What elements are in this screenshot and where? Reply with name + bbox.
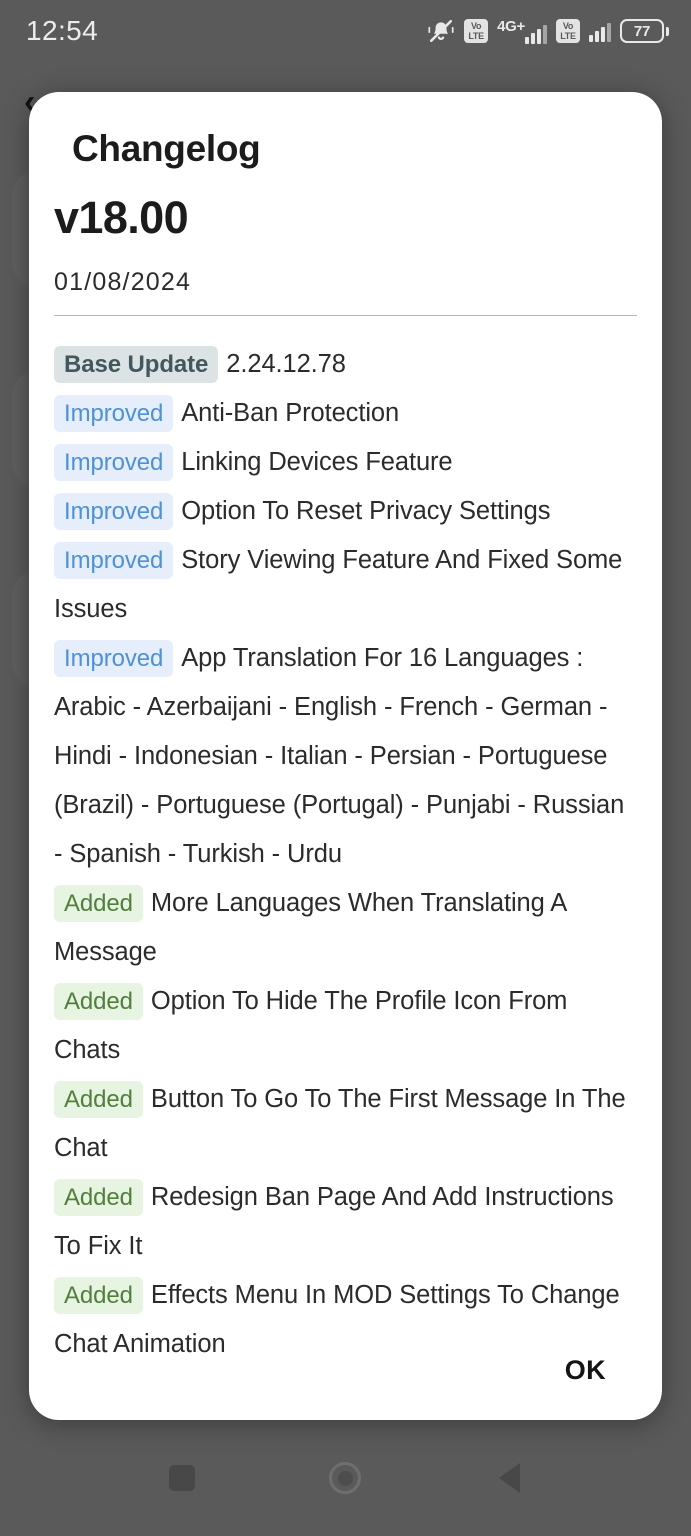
entry-badge-base: Base Update [54, 346, 219, 383]
entry-badge-added: Added [54, 1179, 143, 1216]
home-circle-icon [329, 1462, 362, 1494]
network-type-group: 4G+ [497, 18, 547, 44]
battery-tip [666, 26, 669, 36]
recents-square-icon [168, 1465, 195, 1491]
changelog-entry: Added Option To Hide The Profile Icon Fro… [54, 977, 637, 1075]
entry-text: App Translation For 16 Languages : Arabi… [54, 644, 625, 868]
dialog-date: 01/08/2024 [54, 268, 192, 296]
changelog-list: Base Update 2.24.12.78 Improved Anti-Ban Pr… [54, 340, 637, 1369]
entry-badge-improved: Improved [54, 395, 174, 432]
dialog-actions: OK [555, 1349, 616, 1392]
changelog-entry: Improved App Translation For 16 Languages… [54, 634, 637, 879]
divider [54, 315, 637, 316]
changelog-entry: Improved Anti-Ban Protection [54, 389, 637, 438]
entry-badge-improved: Improved [54, 444, 174, 481]
changelog-entry: Added More Languages When Translating A M… [54, 879, 637, 977]
entry-badge-improved: Improved [54, 640, 174, 677]
entry-text: Option To Reset Privacy Settings [181, 497, 551, 525]
entry-text: 2.24.12.78 [226, 350, 346, 378]
navigation-bar [0, 1420, 691, 1536]
dialog-version: v18.00 [54, 192, 189, 243]
volte-sim1-icon: Vo LTE [464, 19, 489, 43]
changelog-entry: Added Redesign Ban Page And Add Instructi… [54, 1173, 637, 1271]
changelog-entry: Improved Story Viewing Feature And Fixed … [54, 536, 637, 634]
changelog-entry: Improved Linking Devices Feature [54, 438, 637, 487]
changelog-entry: Added Effects Menu In MOD Settings To Cha… [54, 1271, 637, 1369]
entry-badge-added: Added [54, 885, 143, 922]
volte-sim2-icon: Vo LTE [556, 19, 580, 43]
status-bar: 12:54 Vo LTE 4G+ Vo LTE 77 [0, 0, 691, 62]
battery-body: 77 [620, 19, 664, 43]
signal-sim2-icon [589, 21, 611, 42]
battery-level-label: 77 [633, 22, 651, 40]
entry-badge-improved: Improved [54, 542, 174, 579]
mute-icon [427, 18, 455, 44]
entry-text: Linking Devices Feature [181, 448, 453, 476]
entry-badge-added: Added [54, 1277, 143, 1314]
signal-sim1-icon [525, 23, 547, 44]
nav-home-button[interactable] [322, 1455, 368, 1501]
battery-indicator: 77 [620, 19, 669, 43]
back-triangle-icon [498, 1463, 520, 1493]
changelog-entry: Base Update 2.24.12.78 [54, 340, 637, 389]
entry-badge-improved: Improved [54, 493, 174, 530]
ok-button[interactable]: OK [555, 1349, 616, 1392]
changelog-dialog: Changelog v18.00 01/08/2024 Base Update 2… [29, 92, 662, 1420]
phone-screen: ‹ 12:54 Vo LTE 4G+ Vo LTE 77 Changelog v… [0, 0, 691, 1536]
entry-text: Anti-Ban Protection [181, 399, 400, 427]
status-time: 12:54 [26, 15, 99, 46]
changelog-entry: Improved Option To Reset Privacy Settings [54, 487, 637, 536]
status-icons: Vo LTE 4G+ Vo LTE 77 [427, 18, 669, 44]
entry-badge-added: Added [54, 1081, 143, 1118]
nav-back-button[interactable] [486, 1455, 532, 1501]
dialog-title: Changelog [72, 128, 261, 169]
entry-badge-added: Added [54, 983, 143, 1020]
nav-recents-button[interactable] [159, 1455, 205, 1501]
changelog-entry: Added Button To Go To The First Message I… [54, 1075, 637, 1173]
network-type-label: 4G+ [497, 18, 525, 35]
